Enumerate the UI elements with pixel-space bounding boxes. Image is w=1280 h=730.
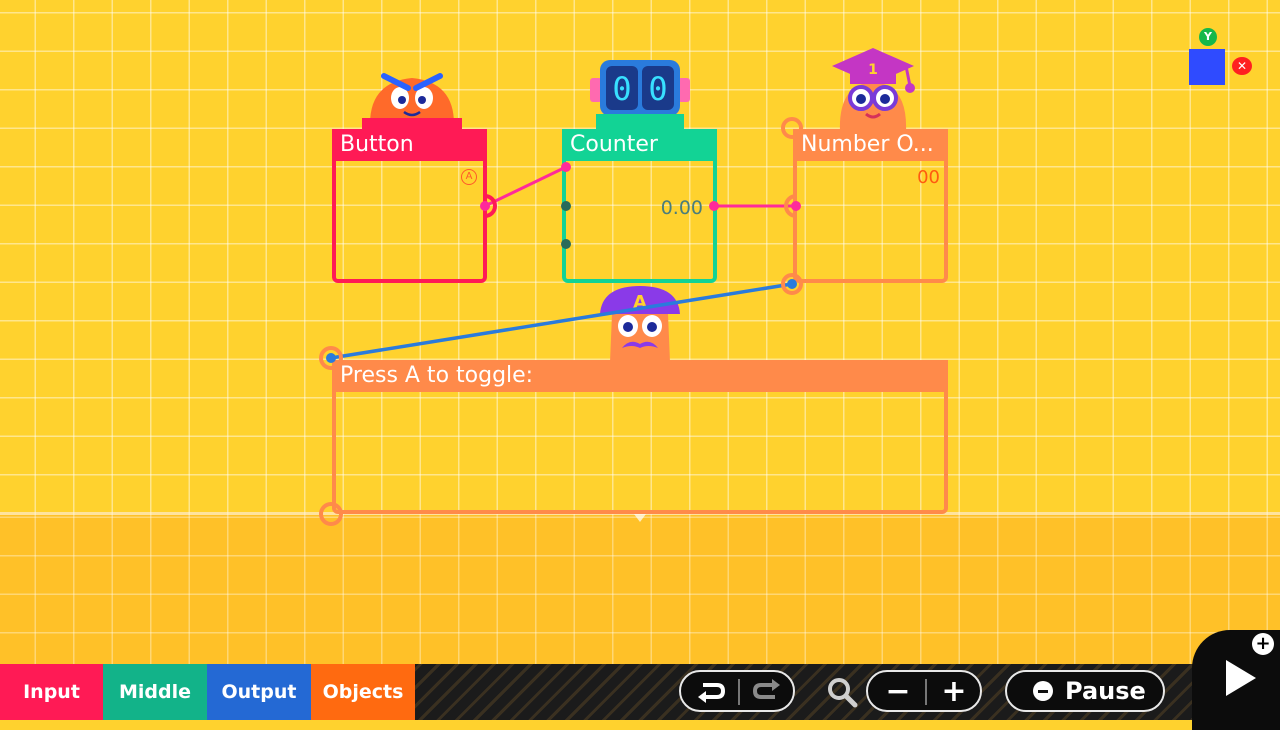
pause-label: Pause bbox=[1065, 677, 1146, 705]
play-icon bbox=[1226, 660, 1256, 696]
counter-input-port-3[interactable] bbox=[561, 239, 571, 249]
tab-objects[interactable]: Objects bbox=[311, 664, 415, 720]
counter-input-port-1[interactable] bbox=[561, 162, 571, 172]
zoom-group: − + bbox=[866, 670, 982, 712]
zoom-in-button[interactable]: + bbox=[926, 672, 982, 710]
undo-button[interactable] bbox=[683, 672, 739, 710]
minus-button-icon bbox=[1033, 681, 1053, 701]
pause-button[interactable]: Pause bbox=[1005, 670, 1165, 712]
redo-icon bbox=[752, 679, 780, 699]
magnifier-icon bbox=[828, 678, 858, 708]
undo-redo-group bbox=[679, 670, 795, 712]
counter-input-port-2[interactable] bbox=[561, 201, 571, 211]
text-link-port[interactable] bbox=[326, 353, 336, 363]
zoom-out-button[interactable]: − bbox=[870, 672, 926, 710]
program-canvas[interactable]: 0 0 1 A Button A Counter 0.00 Number O..… bbox=[0, 0, 1280, 664]
number-top-handle[interactable] bbox=[781, 117, 803, 139]
wire-button-to-counter[interactable] bbox=[484, 165, 567, 208]
tab-input[interactable]: Input bbox=[0, 664, 103, 720]
redo-button[interactable] bbox=[739, 672, 795, 710]
counter-output-port[interactable] bbox=[709, 201, 719, 211]
wire-layer bbox=[319, 117, 803, 526]
number-link-port[interactable] bbox=[787, 279, 797, 289]
text-bottom-center-marker bbox=[634, 514, 646, 522]
wire-number-to-text[interactable] bbox=[330, 282, 793, 360]
minimap-y-button-icon[interactable]: Y bbox=[1199, 28, 1217, 46]
tab-middle[interactable]: Middle bbox=[103, 664, 207, 720]
number-input-port[interactable] bbox=[791, 201, 801, 211]
tab-output[interactable]: Output bbox=[207, 664, 311, 720]
undo-icon bbox=[698, 683, 726, 703]
button-output-port[interactable] bbox=[480, 201, 490, 211]
plus-badge-icon: + bbox=[1252, 633, 1274, 655]
minimap-viewport[interactable] bbox=[1189, 49, 1225, 85]
minimap-close-icon[interactable]: ✕ bbox=[1232, 57, 1252, 75]
text-bottom-handle[interactable] bbox=[319, 502, 343, 526]
